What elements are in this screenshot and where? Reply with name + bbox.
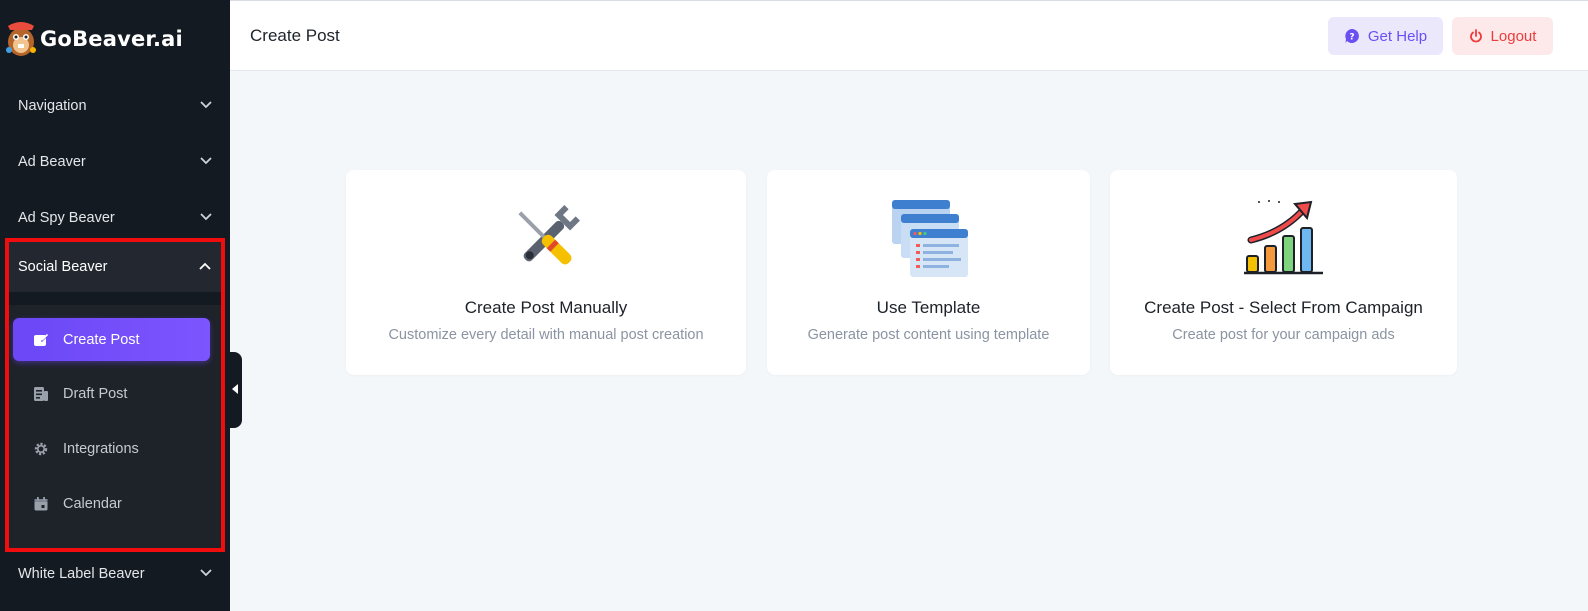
sidebar-section-white-label-beaver[interactable]: White Label Beaver [0,546,230,602]
card-title: Use Template [876,298,981,317]
sidebar-item-label: Integrations [63,440,139,457]
draft-document-icon [33,386,49,402]
social-beaver-submenu: Create Post Draft Post Integrations Cale… [9,305,221,548]
card-description: Generate post content using template [807,327,1050,343]
power-icon [1469,29,1483,43]
template-icon [888,198,970,280]
caret-left-icon [232,381,238,399]
card-title: Create Post Manually [464,298,628,317]
card-create-post-manually[interactable]: Create Post Manually Customize every det… [346,170,746,375]
growth-chart-icon [1243,198,1325,280]
edit-post-icon [33,332,49,348]
sidebar-item-calendar[interactable]: Calendar [13,482,210,525]
sidebar-section-label: Ad Spy Beaver [18,210,115,226]
sidebar-section-social-beaver[interactable]: Social Beaver [9,242,221,292]
sidebar-section-label: White Label Beaver [18,566,145,582]
card-description: Create post for your campaign ads [1172,327,1395,343]
social-beaver-highlight: Social Beaver Create Post Draft Post Int… [5,238,225,552]
chevron-up-icon [199,262,211,272]
sidebar-item-label: Calendar [63,495,122,512]
logout-button[interactable]: Logout [1452,17,1553,55]
card-create-post-from-campaign[interactable]: Create Post - Select From Campaign Creat… [1110,170,1457,375]
app-logo[interactable]: GoBeaver.ai [0,0,230,78]
calendar-icon [33,496,49,512]
get-help-label: Get Help [1367,27,1428,45]
chevron-down-icon [200,569,212,579]
page-title: Create Post [250,26,340,45]
card-title: Create Post - Select From Campaign [1144,298,1423,317]
card-use-template[interactable]: Use Template Generate post content using… [767,170,1090,375]
sidebar-section-label: Social Beaver [18,259,108,275]
sidebar: GoBeaver.ai Navigation Ad Beaver Ad Spy … [0,0,230,611]
chevron-down-icon [200,157,212,167]
sidebar-item-create-post[interactable]: Create Post [13,318,210,361]
sidebar-item-draft-post[interactable]: Draft Post [13,372,210,415]
sidebar-item-integrations[interactable]: Integrations [13,427,210,470]
beaver-logo-icon [4,20,38,58]
get-help-button[interactable]: ? Get Help [1328,17,1443,55]
sidebar-section-label: Ad Beaver [18,154,86,170]
top-bar: Create Post ? Get Help Logout [230,0,1588,71]
card-description: Customize every detail with manual post … [388,327,704,343]
chevron-down-icon [200,101,212,111]
sidebar-section-ad-beaver[interactable]: Ad Beaver [0,134,230,190]
gear-icon [33,441,49,457]
logout-label: Logout [1490,27,1537,45]
svg-text:?: ? [1349,33,1354,43]
tools-icon [505,198,587,280]
sidebar-item-label: Create Post [63,331,140,348]
sidebar-collapse-toggle[interactable] [228,352,242,428]
sidebar-section-navigation[interactable]: Navigation [0,78,230,134]
sidebar-section-label: Navigation [18,98,87,114]
app-name: GoBeaver.ai [40,27,183,51]
help-icon: ? [1344,28,1360,44]
sidebar-item-label: Draft Post [63,385,128,402]
chevron-down-icon [200,213,212,223]
